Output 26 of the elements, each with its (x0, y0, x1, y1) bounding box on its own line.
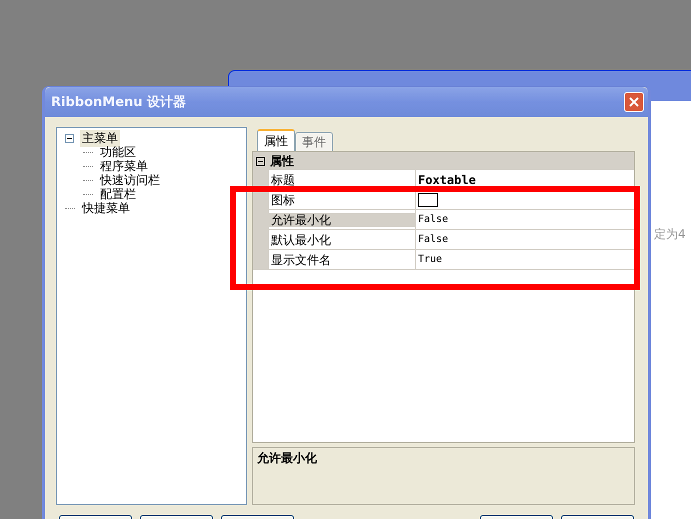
tree-item[interactable]: 程序菜单 (98, 158, 150, 174)
tree-item[interactable]: 配置栏 (98, 186, 138, 202)
tree-item[interactable]: 主菜单 (80, 130, 120, 146)
property-name[interactable]: 标题 (269, 173, 415, 187)
description-title: 允许最小化 (257, 451, 317, 465)
property-name[interactable]: 默认最小化 (269, 233, 415, 247)
tree-item[interactable]: 功能区 (98, 144, 138, 160)
property-value[interactable]: False (418, 232, 448, 246)
property-name[interactable]: 允许最小化 (269, 213, 415, 227)
window-text: 定为4 (654, 227, 686, 241)
tab[interactable]: 事件 (295, 132, 333, 151)
category-label: 属性 (270, 152, 294, 170)
property-value[interactable]: False (418, 212, 448, 226)
close-icon (628, 96, 640, 108)
property-name[interactable]: 显示文件名 (269, 253, 415, 267)
property-value[interactable]: Foxtable (418, 172, 476, 186)
close-button[interactable] (624, 92, 644, 112)
tree-item[interactable]: 快捷菜单 (80, 200, 132, 216)
tab[interactable]: 属性 (257, 129, 295, 151)
tree-item[interactable]: 快速访问栏 (98, 172, 162, 188)
window-title: RibbonMenu 设计器 (50, 94, 188, 111)
collapse-icon[interactable] (65, 134, 74, 142)
property-value[interactable]: True (418, 252, 442, 266)
collapse-icon[interactable] (256, 156, 265, 166)
property-name[interactable]: 图标 (269, 193, 415, 207)
image-swatch[interactable] (418, 192, 438, 206)
